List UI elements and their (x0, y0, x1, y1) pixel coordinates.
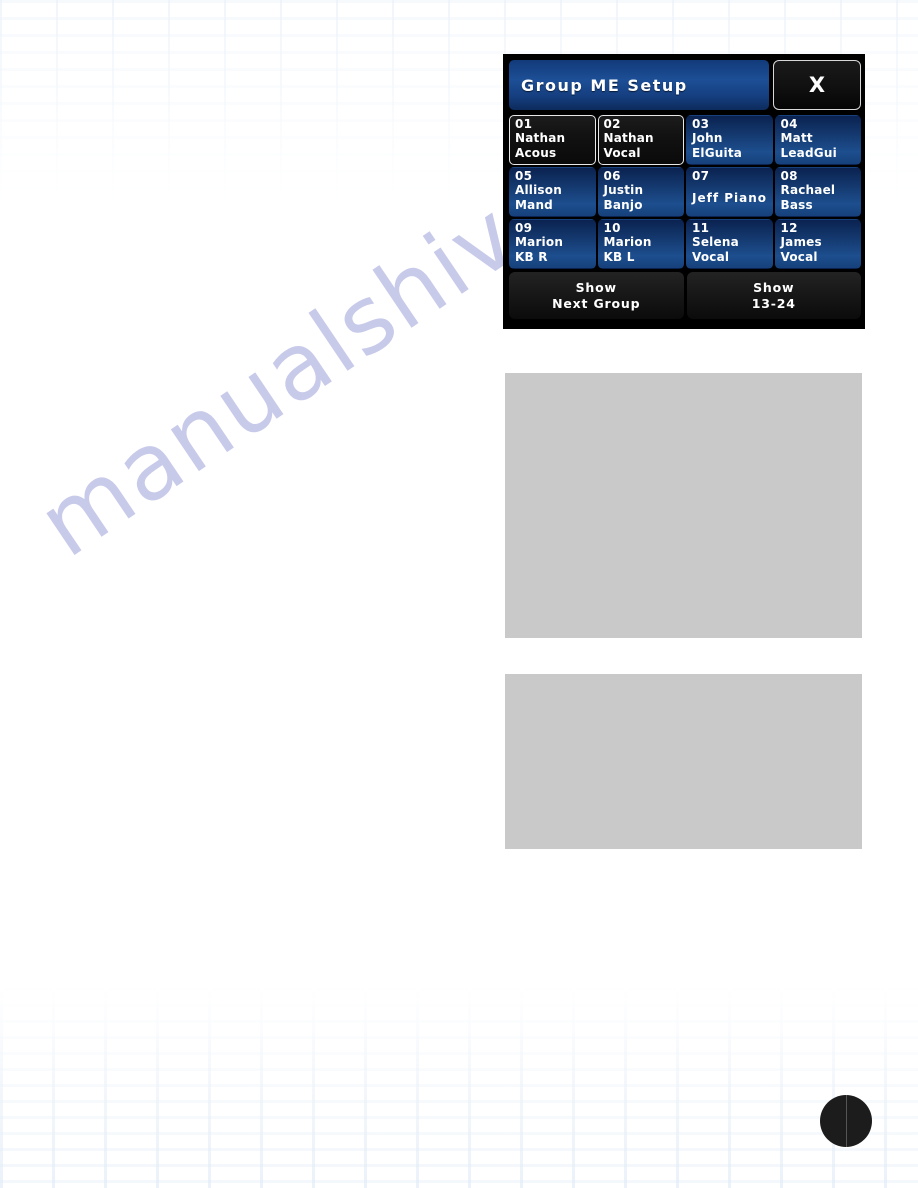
channel-label-line1: Allison (515, 183, 562, 197)
channel-cell-10[interactable]: 10 Marion KB L (597, 219, 684, 269)
action-label-line1: Show (753, 279, 795, 295)
panel-header: Group ME Setup X (509, 60, 861, 110)
channel-number: 09 (515, 221, 533, 235)
channel-label-line1: James (780, 235, 822, 249)
channel-label-group: Rachael Bass (781, 183, 857, 216)
channel-grid: 01 Nathan Acous 02 Nathan Vocal 03 John ElGuita 0… (509, 115, 861, 269)
channel-label-line2: Banjo (603, 198, 643, 212)
corner-badge-divider (846, 1095, 847, 1147)
console-texture-bottom (0, 988, 918, 1188)
channel-cell-03[interactable]: 03 John ElGuita (686, 115, 773, 165)
channel-label-line1: Matt (780, 131, 813, 145)
channel-label-group: Matt LeadGui (781, 131, 857, 164)
channel-label-line1: John (692, 131, 723, 145)
bottom-action-bar: Show Next Group Show 13-24 (509, 272, 861, 319)
channel-label-line1: Marion (515, 235, 564, 249)
channel-label-line2: Mand (515, 198, 553, 212)
panel-title-bar: Group ME Setup (509, 60, 769, 110)
panel-title-text: Group ME Setup (521, 75, 688, 95)
channel-label-line1: Justin (603, 183, 644, 197)
channel-label-line2: KB R (515, 250, 548, 264)
channel-cell-04[interactable]: 04 Matt LeadGui (774, 115, 861, 165)
group-me-setup-panel: Group ME Setup X 01 Nathan Acous 02 Nathan Vo… (503, 54, 865, 329)
channel-cell-06[interactable]: 06 Justin Banjo (597, 167, 684, 217)
channel-cell-08[interactable]: 08 Rachael Bass (774, 167, 861, 217)
channel-label-line2: Vocal (780, 250, 818, 264)
channel-label-line2: Vocal (692, 250, 730, 264)
channel-number: 02 (603, 117, 621, 131)
channel-label-group: James Vocal (781, 235, 857, 268)
channel-number: 01 (515, 117, 533, 131)
channel-cell-02[interactable]: 02 Nathan Vocal (597, 115, 684, 165)
channel-label-line1: Marion (603, 235, 652, 249)
channel-label-line2: Acous (515, 146, 557, 160)
channel-number: 10 (603, 221, 621, 235)
channel-cell-07[interactable]: 07 Jeff Piano (686, 167, 773, 217)
channel-cell-12[interactable]: 12 James Vocal (774, 219, 861, 269)
action-button-2[interactable]: Show 13-24 (686, 272, 861, 319)
channel-number: 03 (692, 117, 710, 131)
channel-number: 11 (692, 221, 710, 235)
channel-label-line1: Jeff Piano (692, 190, 768, 205)
channel-cell-01[interactable]: 01 Nathan Acous (509, 115, 596, 165)
channel-cell-05[interactable]: 05 Allison Mand (509, 167, 596, 217)
channel-label-line2: ElGuita (692, 146, 743, 160)
channel-label-line2: Vocal (603, 146, 641, 160)
channel-number: 12 (780, 221, 798, 235)
action-label-line2: 13-24 (751, 295, 796, 311)
channel-label-line1: Nathan (603, 131, 654, 145)
channel-number: 08 (780, 169, 798, 183)
channel-label-line1: Nathan (515, 131, 566, 145)
image-placeholder-bottom (505, 674, 862, 849)
channel-label-group: Selena Vocal (692, 235, 768, 268)
channel-label-line2: LeadGui (780, 146, 837, 160)
channel-label-line1: Selena (692, 235, 739, 249)
channel-label-group: Nathan Vocal (604, 131, 680, 164)
channel-label-group: Jeff Piano (692, 183, 768, 216)
channel-cell-11[interactable]: 11 Selena Vocal (686, 219, 773, 269)
corner-badge (820, 1095, 872, 1147)
channel-label-line1: Rachael (780, 183, 836, 197)
channel-label-group: Nathan Acous (515, 131, 591, 164)
close-icon: X (808, 73, 826, 97)
channel-label-line2: Bass (780, 198, 813, 212)
action-label-line2: Next Group (552, 295, 641, 311)
action-button-1[interactable]: Show Next Group (509, 272, 684, 319)
channel-number: 05 (515, 169, 533, 183)
channel-cell-09[interactable]: 09 Marion KB R (509, 219, 596, 269)
action-label-line1: Show (575, 279, 617, 295)
channel-number: 06 (603, 169, 621, 183)
channel-number: 07 (692, 169, 710, 183)
channel-label-group: Marion KB R (515, 235, 591, 268)
channel-label-group: Marion KB L (604, 235, 680, 268)
close-button[interactable]: X (773, 60, 861, 110)
channel-number: 04 (780, 117, 798, 131)
channel-label-group: Allison Mand (515, 183, 591, 216)
image-placeholder-top (505, 373, 862, 638)
channel-label-line2: KB L (603, 250, 635, 264)
channel-label-group: John ElGuita (692, 131, 768, 164)
channel-label-group: Justin Banjo (604, 183, 680, 216)
